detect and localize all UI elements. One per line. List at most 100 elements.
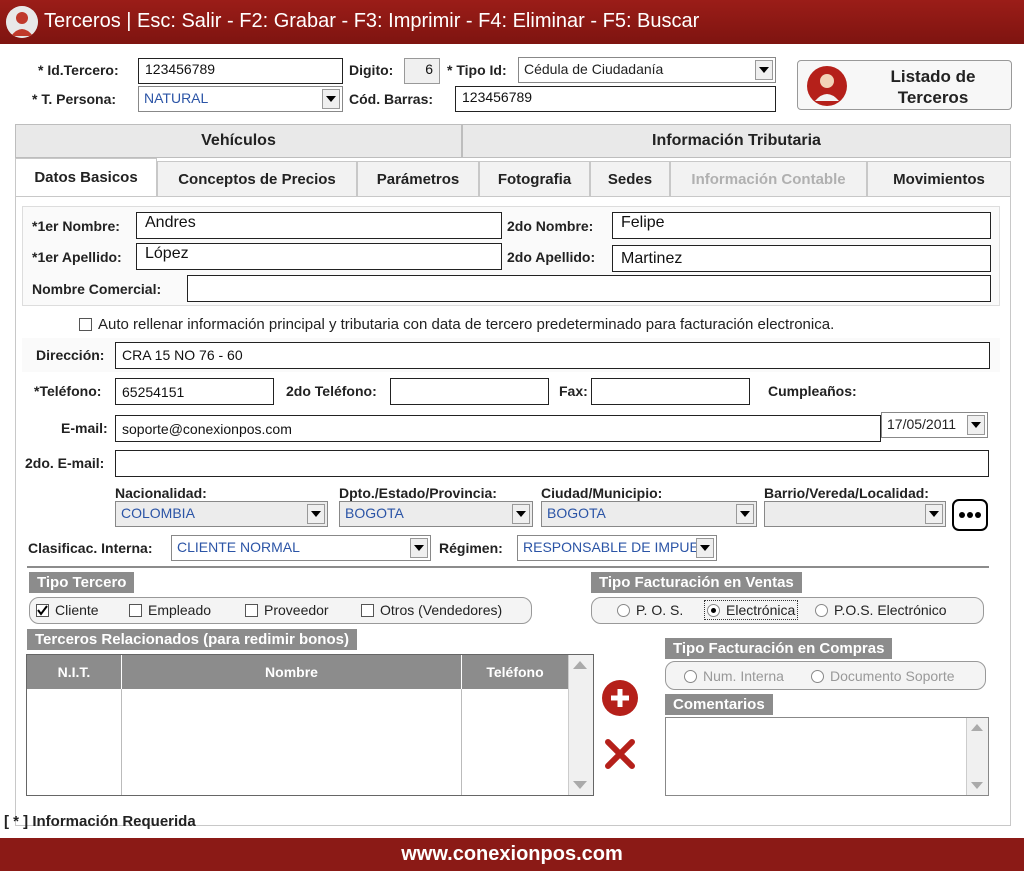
tipo-id-select[interactable]: Cédula de Ciudadanía: [518, 57, 776, 83]
barrio-select[interactable]: [764, 501, 946, 527]
email-input[interactable]: soporte@conexionpos.com: [115, 415, 881, 442]
telefono2-input[interactable]: [390, 378, 549, 405]
barrio-label: Barrio/Vereda/Localidad:: [764, 485, 929, 501]
compras-num-interna-option[interactable]: Num. Interna: [684, 668, 784, 684]
tab-sedes[interactable]: Sedes: [590, 161, 670, 197]
tab-fotografia[interactable]: Fotografia: [479, 161, 590, 197]
apellido1-input[interactable]: López: [136, 243, 502, 270]
comentarios-textarea[interactable]: [665, 717, 989, 796]
dpto-label: Dpto./Estado/Provincia:: [339, 485, 497, 501]
barras-input[interactable]: 123456789: [455, 86, 776, 112]
tipo-otros-option[interactable]: Otros (Vendedores): [361, 602, 502, 618]
cumple-date-picker[interactable]: 17/05/2011: [881, 412, 988, 438]
dropdown-arrow-icon[interactable]: [736, 504, 754, 524]
doc-soporte-label: Documento Soporte: [830, 668, 955, 684]
telefono2-label: 2do Teléfono:: [286, 383, 377, 399]
compras-doc-soporte-option[interactable]: Documento Soporte: [811, 668, 955, 684]
comentarios-title: Comentarios: [665, 694, 773, 715]
listado-terceros-button[interactable]: Listado de Terceros: [797, 60, 1012, 110]
telefono-input[interactable]: 65254151: [115, 378, 274, 405]
persona-select[interactable]: NATURAL: [138, 86, 343, 112]
fact-electronica-option[interactable]: Electrónica: [704, 600, 799, 620]
dpto-value: BOGOTA: [345, 505, 404, 521]
ciudad-select[interactable]: BOGOTA: [541, 501, 757, 527]
scroll-down-icon[interactable]: [573, 781, 587, 789]
digito-label: Digito:: [349, 62, 394, 78]
dropdown-arrow-icon[interactable]: [307, 504, 325, 524]
pos-electronico-radio[interactable]: [815, 603, 828, 617]
relacionados-table[interactable]: N.I.T. Nombre Teléfono: [26, 654, 594, 796]
tipo-id-label: * Tipo Id:: [447, 62, 507, 78]
scroll-up-icon[interactable]: [971, 724, 983, 731]
dropdown-arrow-icon[interactable]: [512, 504, 530, 524]
email-label: E-mail:: [61, 420, 108, 436]
tab-vehiculos[interactable]: Vehículos: [15, 124, 462, 158]
otros-checkbox[interactable]: [361, 603, 374, 617]
autofill-checkbox[interactable]: [79, 318, 92, 331]
num-interna-radio[interactable]: [684, 669, 697, 683]
nacionalidad-label: Nacionalidad:: [115, 485, 207, 501]
grid-line: [461, 689, 462, 795]
proveedor-checkbox[interactable]: [245, 603, 258, 617]
delete-icon[interactable]: [603, 737, 637, 771]
dropdown-arrow-icon[interactable]: [967, 415, 985, 435]
persona-label: * T. Persona:: [32, 91, 117, 107]
table-scrollbar[interactable]: [568, 655, 593, 795]
cliente-checkbox[interactable]: [36, 603, 49, 617]
telefono-label: *Teléfono:: [34, 383, 102, 399]
tab-informacion-tributaria[interactable]: Información Tributaria: [462, 124, 1011, 158]
pos-radio[interactable]: [617, 603, 630, 617]
clasif-label: Clasificac. Interna:: [28, 540, 153, 556]
fact-pos-electronico-option[interactable]: P.O.S. Electrónico: [815, 602, 947, 618]
otros-label: Otros (Vendedores): [380, 602, 503, 618]
tab-datos-basicos[interactable]: Datos Basicos: [15, 158, 157, 196]
tab-parametros[interactable]: Parámetros: [357, 161, 479, 197]
persona-value: NATURAL: [144, 90, 209, 106]
tipo-empleado-option[interactable]: Empleado: [129, 602, 211, 618]
comentarios-scrollbar[interactable]: [966, 718, 988, 795]
dropdown-arrow-icon[interactable]: [410, 538, 428, 558]
nacionalidad-select[interactable]: COLOMBIA: [115, 501, 328, 527]
scroll-down-icon[interactable]: [971, 782, 983, 789]
cumple-label: Cumpleaños:: [768, 383, 857, 399]
tab-movimientos[interactable]: Movimientos: [867, 161, 1011, 197]
dropdown-arrow-icon[interactable]: [322, 89, 340, 109]
email2-input[interactable]: [115, 450, 989, 477]
cliente-label: Cliente: [55, 602, 99, 618]
dropdown-arrow-icon[interactable]: [755, 60, 773, 80]
autofill-option[interactable]: Auto rellenar información principal y tr…: [79, 316, 834, 333]
electronica-radio[interactable]: [707, 603, 720, 617]
tab-conceptos-precios[interactable]: Conceptos de Precios: [157, 161, 357, 197]
col-nit[interactable]: N.I.T.: [27, 655, 122, 689]
nombre1-input[interactable]: Andres: [136, 212, 502, 239]
empleado-checkbox[interactable]: [129, 603, 142, 617]
dpto-select[interactable]: BOGOTA: [339, 501, 533, 527]
doc-soporte-radio[interactable]: [811, 669, 824, 683]
scroll-up-icon[interactable]: [573, 661, 587, 669]
col-nombre[interactable]: Nombre: [122, 655, 462, 689]
col-telefono[interactable]: Teléfono: [462, 655, 568, 689]
nombre2-label: 2do Nombre:: [507, 218, 594, 234]
dropdown-arrow-icon[interactable]: [696, 538, 714, 558]
direccion-input[interactable]: CRA 15 NO 76 - 60: [115, 342, 990, 369]
tipo-cliente-option[interactable]: Cliente: [36, 602, 99, 618]
more-icon[interactable]: [952, 499, 988, 531]
nombre2-input[interactable]: Felipe: [612, 212, 991, 239]
add-icon[interactable]: [601, 679, 639, 717]
tipo-id-value: Cédula de Ciudadanía: [524, 61, 664, 77]
proveedor-label: Proveedor: [264, 602, 329, 618]
comercial-input[interactable]: [187, 275, 991, 302]
apellido2-input[interactable]: Martinez: [612, 245, 991, 272]
listado-terceros-label: Listado de Terceros: [890, 67, 976, 107]
dropdown-arrow-icon[interactable]: [925, 504, 943, 524]
apellido2-label: 2do Apellido:: [507, 249, 596, 265]
regimen-select[interactable]: RESPONSABLE DE IMPUE: [517, 535, 717, 561]
fax-input[interactable]: [591, 378, 750, 405]
electronica-label: Electrónica: [726, 602, 796, 618]
fact-pos-option[interactable]: P. O. S.: [617, 602, 683, 618]
id-tercero-input[interactable]: 123456789: [138, 58, 343, 84]
num-interna-label: Num. Interna: [703, 668, 784, 684]
fact-compras-title: Tipo Facturación en Compras: [665, 638, 893, 659]
clasif-select[interactable]: CLIENTE NORMAL: [171, 535, 431, 561]
tipo-proveedor-option[interactable]: Proveedor: [245, 602, 329, 618]
